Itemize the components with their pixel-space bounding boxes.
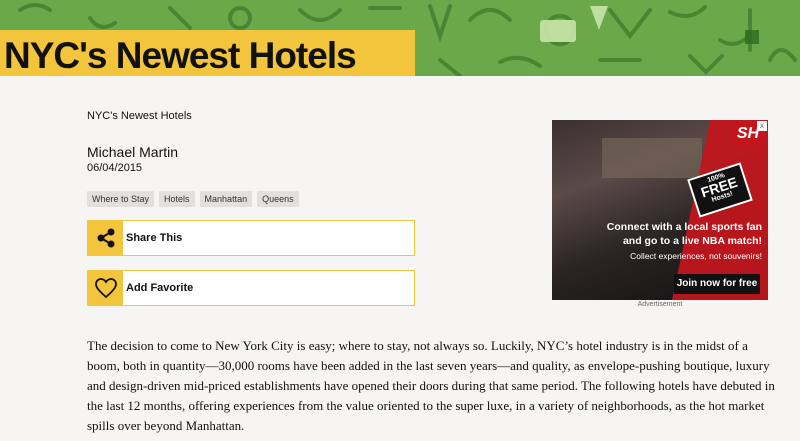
favorite-label: Add Favorite: [126, 282, 194, 294]
share-label: Share This: [126, 232, 183, 244]
tag-list: Where to Stay Hotels Manhattan Queens: [87, 191, 299, 207]
tag-queens[interactable]: Queens: [257, 191, 299, 207]
share-button[interactable]: Share This: [87, 220, 415, 256]
hero-title-block: NYC's Newest Hotels: [0, 30, 415, 76]
advertisement-banner[interactable]: SH x 100% FREE Hosts! Connect with a loc…: [552, 120, 768, 300]
article-body: The decision to come to New York City is…: [87, 338, 775, 433]
ad-headline: Connect with a local sports fan and go t…: [606, 221, 762, 247]
ad-cta-button[interactable]: Join now for free: [674, 274, 760, 294]
share-icon: [88, 221, 123, 255]
tag-manhattan[interactable]: Manhattan: [199, 191, 253, 207]
heart-icon: [88, 271, 123, 305]
ad-caption: Advertisement: [637, 301, 683, 308]
tag-hotels[interactable]: Hotels: [159, 191, 195, 207]
tag-where-to-stay[interactable]: Where to Stay: [87, 191, 155, 207]
ad-subline: Collect experiences, not souvenirs!: [630, 251, 762, 261]
ad-court-image: [602, 138, 702, 178]
page-title: NYC's Newest Hotels: [4, 35, 357, 76]
add-favorite-button[interactable]: Add Favorite: [87, 270, 415, 306]
hero-banner: NYC's Newest Hotels: [0, 0, 800, 76]
breadcrumb[interactable]: NYC's Newest Hotels: [87, 110, 192, 122]
publish-date: 06/04/2015: [87, 162, 143, 174]
ad-close-icon[interactable]: x: [757, 121, 767, 131]
author-name[interactable]: Michael Martin: [87, 144, 178, 160]
